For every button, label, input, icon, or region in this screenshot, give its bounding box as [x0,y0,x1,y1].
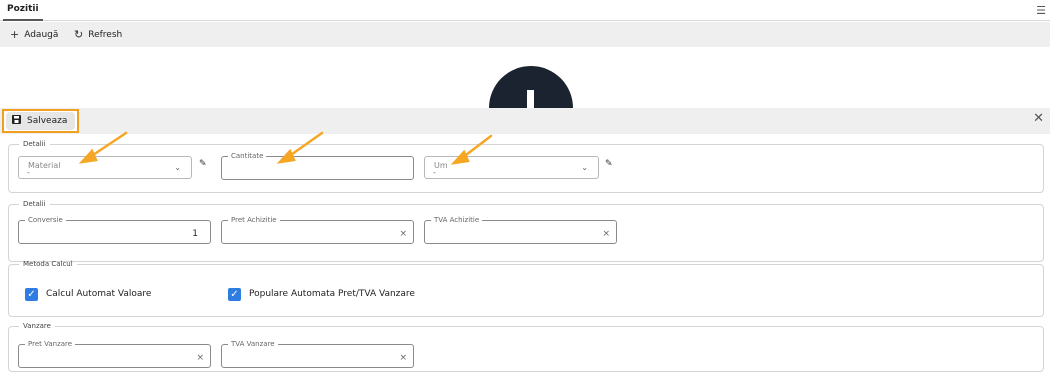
annotation-arrows [78,131,493,165]
annotation-arrow-cantitate [286,131,324,159]
annotation-arrowhead-material [78,148,98,164]
annotation-arrowhead-cantitate [276,148,296,164]
annotation-arrow-material [88,131,128,159]
annotation-arrowhead-um [450,149,470,165]
